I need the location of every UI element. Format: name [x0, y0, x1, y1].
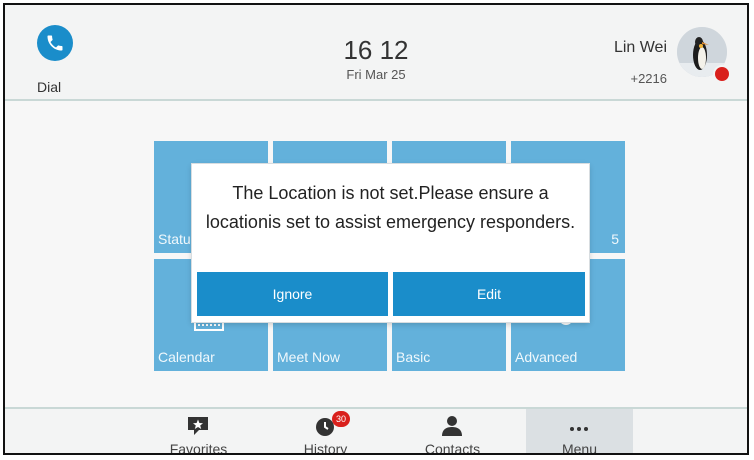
softkey-contacts[interactable]: Contacts: [399, 409, 506, 455]
status-dnd-indicator: [713, 65, 731, 83]
favorites-icon: [185, 415, 211, 437]
dialog-message: The Location is not set.Please ensure a …: [205, 183, 576, 232]
more-icon: [566, 415, 592, 437]
softkey-label: Favorites: [169, 441, 228, 455]
account-extension: +2216: [630, 71, 667, 86]
account-name: Lin Wei: [613, 39, 667, 56]
softkey-label: Contacts: [424, 441, 481, 455]
phone-screen: Dial 16 12 Fri Mar 25 Lin Wei +2216 Stat…: [3, 3, 749, 455]
softkey-history[interactable]: 30 History: [272, 409, 379, 455]
softkey-menu[interactable]: Menu: [526, 409, 633, 455]
ignore-button[interactable]: Ignore: [197, 272, 388, 316]
contacts-icon: [439, 415, 465, 437]
softkey-favorites[interactable]: Favorites: [145, 409, 252, 455]
location-warning-dialog: The Location is not set.Please ensure a …: [192, 164, 589, 322]
history-badge: 30: [332, 411, 350, 427]
softkey-bar: Favorites 30 History Contacts Menu: [5, 407, 747, 455]
edit-button[interactable]: Edit: [393, 272, 585, 316]
softkey-label: Menu: [561, 441, 598, 455]
status-bar: Dial 16 12 Fri Mar 25 Lin Wei +2216: [5, 5, 747, 101]
softkey-label: History: [303, 441, 348, 455]
